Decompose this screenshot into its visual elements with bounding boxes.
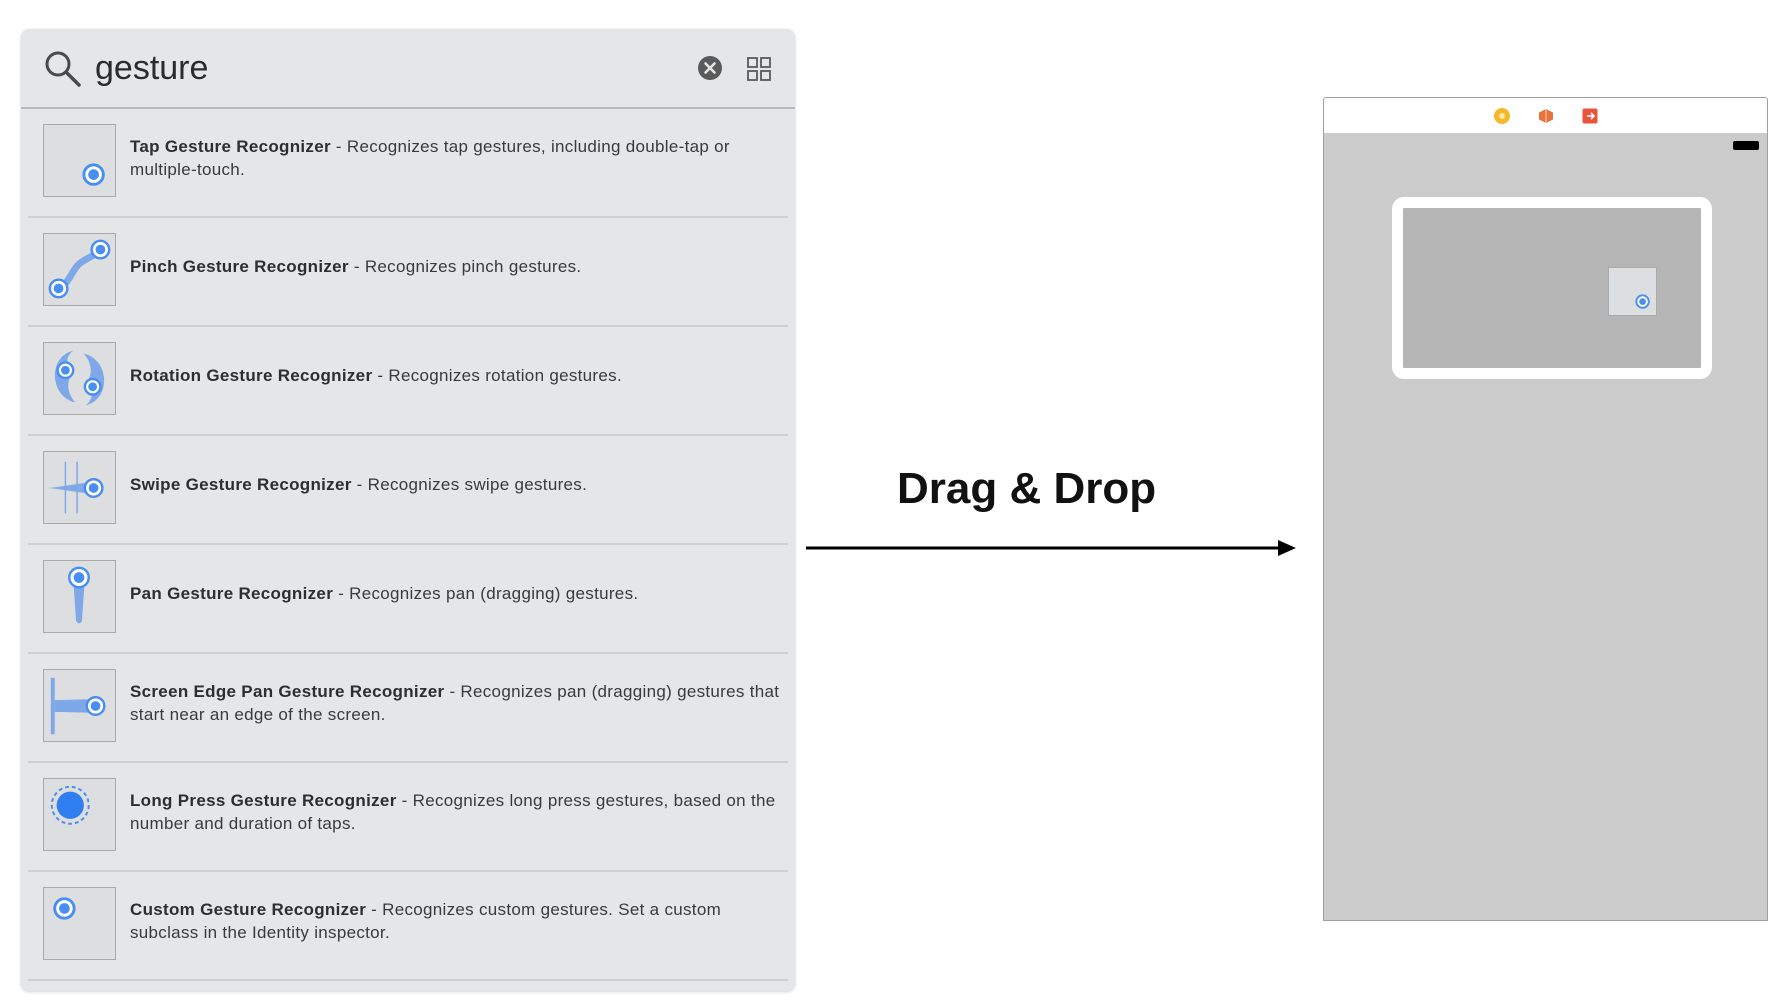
list-item-description: Custom Gesture Recognizer - Recognizes c… <box>130 898 785 944</box>
search-icon <box>45 51 81 87</box>
list-item-title: Screen Edge Pan Gesture Recognizer <box>130 682 445 701</box>
list-item[interactable]: Tap Gesture Recognizer - Recognizes tap … <box>28 109 788 218</box>
pinch-gesture-icon <box>43 233 116 306</box>
grid-view-icon[interactable] <box>746 56 772 82</box>
library-results-list: Tap Gesture Recognizer - Recognizes tap … <box>21 109 795 981</box>
list-item-description: Swipe Gesture Recognizer - Recognizes sw… <box>130 473 785 496</box>
scene-canvas[interactable] <box>1323 133 1768 921</box>
list-item-title: Swipe Gesture Recognizer <box>130 475 352 494</box>
long-press-gesture-icon <box>43 778 116 851</box>
list-item-title: Pan Gesture Recognizer <box>130 584 334 603</box>
list-item-description: Tap Gesture Recognizer - Recognizes tap … <box>130 135 785 181</box>
list-item-title: Long Press Gesture Recognizer <box>130 791 397 810</box>
list-item-description: Pan Gesture Recognizer - Recognizes pan … <box>130 582 785 605</box>
list-item-detail: - Recognizes rotation gestures. <box>372 366 622 385</box>
list-item-title: Rotation Gesture Recognizer <box>130 366 373 385</box>
list-item-description: Screen Edge Pan Gesture Recognizer - Rec… <box>130 680 785 726</box>
list-item-title: Custom Gesture Recognizer <box>130 900 367 919</box>
storyboard-scene <box>1323 97 1768 922</box>
screen-edge-pan-gesture-icon <box>43 669 116 742</box>
list-item-description: Rotation Gesture Recognizer - Recognizes… <box>130 364 785 387</box>
library-search-bar <box>21 29 795 109</box>
rotation-gesture-icon <box>43 342 116 415</box>
list-item[interactable]: Swipe Gesture Recognizer - Recognizes sw… <box>28 436 788 545</box>
custom-gesture-icon <box>43 887 116 960</box>
list-item-description: Long Press Gesture Recognizer - Recogniz… <box>130 789 785 835</box>
list-item-description: Pinch Gesture Recognizer - Recognizes pi… <box>130 255 785 278</box>
first-responder-icon[interactable] <box>1538 108 1554 124</box>
tap-gesture-icon <box>43 124 116 197</box>
list-item-detail: - Recognizes swipe gestures. <box>351 475 588 494</box>
search-input[interactable] <box>95 43 695 93</box>
image-view[interactable] <box>1392 197 1712 379</box>
tap-gesture-icon[interactable] <box>1608 267 1657 316</box>
drag-arrow-icon <box>806 540 1296 556</box>
battery-icon <box>1733 141 1759 150</box>
list-item[interactable]: Pan Gesture Recognizer - Recognizes pan … <box>28 545 788 654</box>
pan-gesture-icon <box>43 560 116 633</box>
object-library-panel: Tap Gesture Recognizer - Recognizes tap … <box>21 29 795 991</box>
list-item-title: Tap Gesture Recognizer <box>130 137 331 156</box>
scene-dock <box>1323 97 1768 135</box>
list-item-detail: - Recognizes pinch gestures. <box>348 257 582 276</box>
list-item[interactable]: Rotation Gesture Recognizer - Recognizes… <box>28 327 788 436</box>
clear-search-icon[interactable] <box>697 55 723 81</box>
view-controller-icon[interactable] <box>1494 108 1510 124</box>
list-item[interactable]: Custom Gesture Recognizer - Recognizes c… <box>28 872 788 981</box>
list-item[interactable]: Screen Edge Pan Gesture Recognizer - Rec… <box>28 654 788 763</box>
list-item[interactable]: Pinch Gesture Recognizer - Recognizes pi… <box>28 218 788 327</box>
drag-drop-label: Drag & Drop <box>897 464 1157 513</box>
list-item[interactable]: Long Press Gesture Recognizer - Recogniz… <box>28 763 788 872</box>
list-item-detail: - Recognizes pan (dragging) gestures. <box>333 584 639 603</box>
swipe-gesture-icon <box>43 451 116 524</box>
exit-icon[interactable] <box>1582 108 1598 124</box>
list-item-title: Pinch Gesture Recognizer <box>130 257 349 276</box>
